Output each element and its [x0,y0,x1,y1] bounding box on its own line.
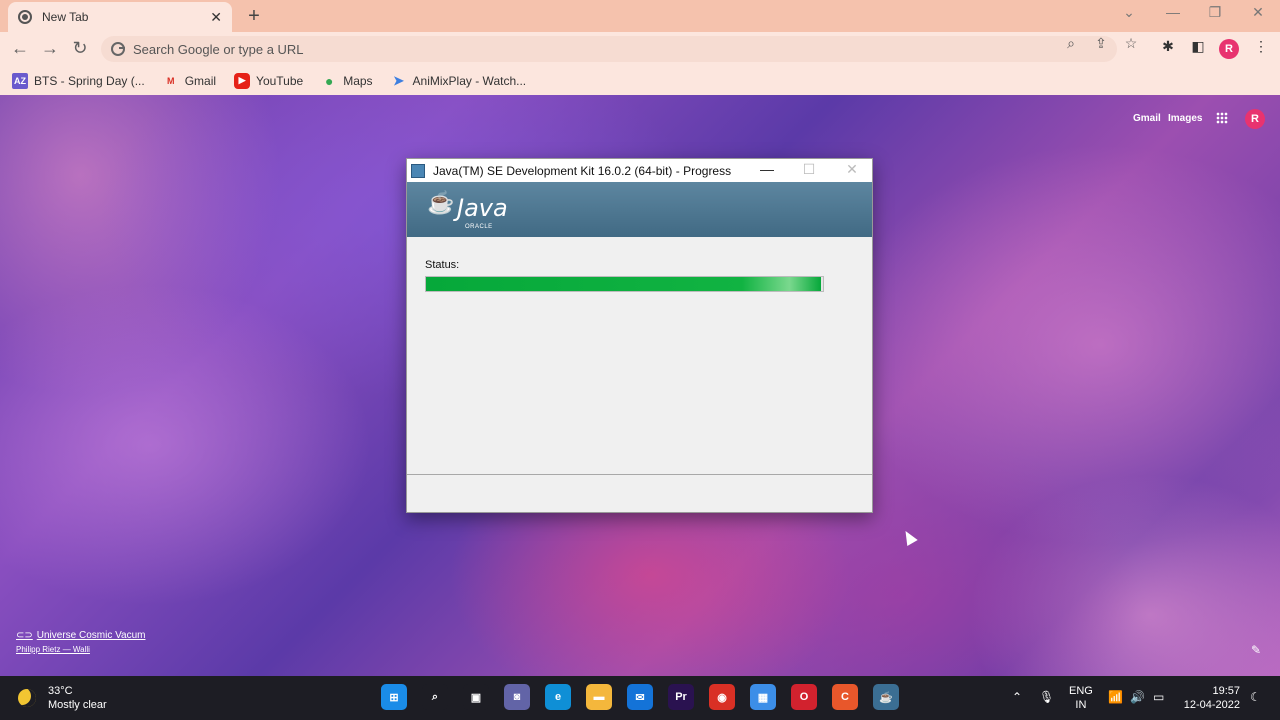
dialog-titlebar[interactable]: Java(TM) SE Development Kit 16.0.2 (64-b… [407,159,872,182]
clock[interactable]: 19:57 12-04-2022 [1178,684,1240,712]
store-button[interactable]: ▦ [750,684,776,710]
menu-icon[interactable]: ⋮ [1251,38,1271,55]
bookmark-label: Maps [343,73,373,88]
status-label: Status: [425,259,460,271]
omnibox-placeholder: Search Google or type a URL [133,41,304,57]
bookmark-label: Gmail [184,73,217,88]
premiere-button[interactable]: Pr [668,684,694,710]
language-bottom: IN [1075,699,1087,711]
bookmark-star-icon[interactable]: ☆ [1121,35,1141,52]
animixplay-icon: ➤ [393,72,404,88]
clock-date: 12-04-2022 [1183,699,1240,711]
dialog-title: Java(TM) SE Development Kit 16.0.2 (64-b… [433,163,732,178]
battery-icon[interactable]: ▭ [1153,690,1164,704]
restore-icon[interactable]: ❐ [1200,4,1230,21]
java-installer-button[interactable]: ☕ [873,684,899,710]
show-hidden-icons-icon[interactable]: ⌃ [1012,690,1022,704]
chrome-favicon-icon [18,10,32,24]
focus-assist-icon[interactable]: ☾ [1250,690,1261,704]
dialog-maximize-icon: ☐ [802,161,816,177]
bookmark-item[interactable]: M Gmail [163,73,216,89]
background-credit-link[interactable]: Philipp Rietz — Walli [16,645,90,654]
taskbar: 33°C Mostly clear ⊞ ⌕ ▣ ◙ e ▬ ✉ Pr ◉ ▦ O C ☕ ⌃ 🎙 ENG… [0,676,1280,720]
link-icon: ⊂⊃ [16,630,33,641]
background-title: Universe Cosmic Vacum [36,630,146,641]
task-view-button[interactable]: ▣ [463,684,489,710]
volume-icon[interactable]: 🔊 [1130,690,1145,704]
weather-widget[interactable]: 33°C Mostly clear [18,684,107,712]
java-logo-text: Java [457,194,508,222]
weather-condition: Mostly clear [48,699,107,711]
opera-button[interactable]: O [791,684,817,710]
progress-fill [426,277,821,291]
omnibox[interactable]: Search Google or type a URL [101,36,1117,62]
moon-icon [18,689,36,707]
edge-button[interactable]: e [545,684,571,710]
app-c-button[interactable]: C [832,684,858,710]
background-title-link[interactable]: ⊂⊃ Universe Cosmic Vacum [16,630,146,641]
share-icon[interactable]: ⇪ [1091,35,1111,52]
tab-strip: New Tab ✕ + ⌄ — ❐ ✕ [0,0,1280,32]
java-installer-dialog: Java(TM) SE Development Kit 16.0.2 (64-b… [406,158,873,513]
teams-chat-button[interactable]: ◙ [504,684,530,710]
youtube-icon: ▶ [234,72,251,89]
temperature: 33°C [48,685,73,697]
images-link[interactable]: Images [1168,113,1202,124]
back-icon[interactable]: ← [9,38,31,58]
google-icon [111,42,125,56]
extensions-icon[interactable]: ✱ [1158,38,1178,55]
dialog-close-icon: ✕ [846,161,858,177]
side-panel-icon[interactable]: ◧ [1188,38,1208,55]
customize-pencil-icon[interactable]: ✎ [1251,643,1261,657]
start-button[interactable]: ⊞ [381,684,407,710]
tab-title: New Tab [42,10,89,24]
dialog-minimize-icon[interactable]: — [752,161,782,177]
profile-avatar[interactable]: R [1219,39,1239,59]
tab-search-icon[interactable]: ⌄ [1114,4,1144,21]
java-cup-icon: ☕ [427,190,455,215]
chrome-button[interactable]: ◉ [709,684,735,710]
bookmark-item[interactable]: ➤ AniMixPlay - Watch... [391,72,527,89]
java-installer-icon [411,163,425,178]
bookmark-item[interactable]: ● Maps [321,72,373,89]
zoom-icon[interactable]: ⌕ [1061,35,1081,52]
browser-toolbar: ← → ↻ Search Google or type a URL ⌕ ⇪ ☆ … [0,32,1280,66]
search-button[interactable]: ⌕ [422,684,448,710]
google-apps-icon[interactable] [1216,112,1228,124]
bookmarks-bar: AZ BTS - Spring Day (... M Gmail ▶ YouTu… [0,66,1280,95]
file-explorer-button[interactable]: ▬ [586,684,612,710]
dialog-separator [407,474,872,475]
minimize-icon[interactable]: — [1158,4,1188,20]
tab-new-tab[interactable]: New Tab ✕ [8,2,232,32]
close-window-icon[interactable]: ✕ [1243,4,1273,21]
java-banner: ☕ Java ORACLE [407,182,872,237]
mail-button[interactable]: ✉ [627,684,653,710]
new-tab-button[interactable]: + [244,5,264,28]
microphone-icon[interactable]: 🎙 [1039,690,1054,704]
bookmark-label: AniMixPlay - Watch... [412,73,527,88]
gmail-link[interactable]: Gmail [1133,113,1161,124]
language-top: ENG [1069,685,1093,697]
wifi-icon[interactable]: 📶 [1108,690,1123,704]
bookmark-label: BTS - Spring Day (... [34,73,145,88]
forward-icon[interactable]: → [39,38,61,58]
gmail-icon: M [166,75,175,86]
google-profile-avatar[interactable]: R [1245,109,1265,129]
bookmark-label: YouTube [256,73,304,88]
bookmark-item[interactable]: ▶ YouTube [234,72,304,89]
reload-icon[interactable]: ↻ [69,38,91,58]
az-icon: AZ [12,72,28,89]
language-indicator[interactable]: ENG IN [1069,684,1093,712]
install-progress-bar [425,276,824,292]
oracle-logo-text: ORACLE [465,224,493,230]
clock-time: 19:57 [1212,685,1240,697]
tab-close-icon[interactable]: ✕ [210,9,222,26]
bookmark-item[interactable]: AZ BTS - Spring Day (... [12,72,145,89]
maps-icon: ● [324,72,334,89]
